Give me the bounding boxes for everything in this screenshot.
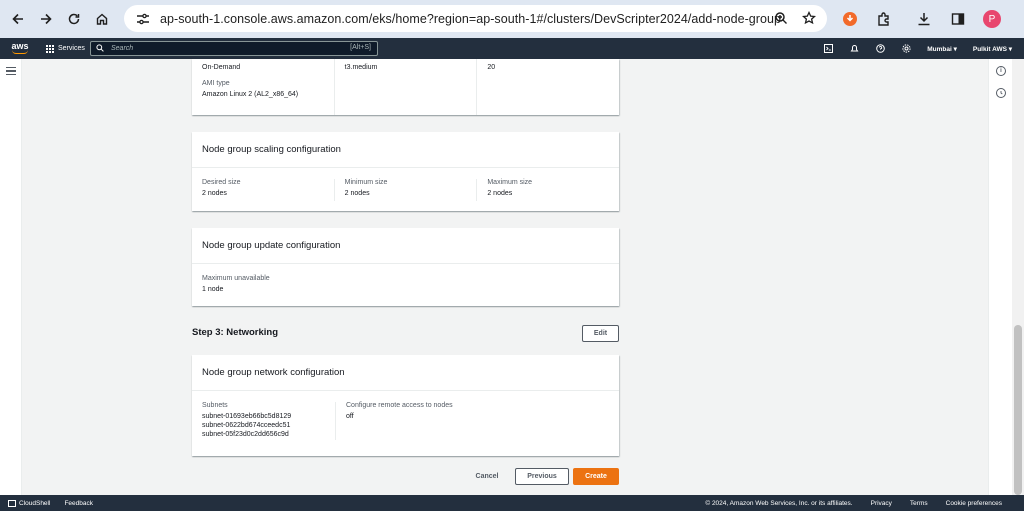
forward-icon[interactable] — [32, 5, 60, 33]
remote-access-value: off — [346, 413, 354, 420]
copyright-text: © 2024, Amazon Web Services, Inc. or its… — [705, 499, 853, 507]
privacy-link[interactable]: Privacy — [871, 500, 892, 507]
capacity-column: On-Demand AMI type Amazon Linux 2 (AL2_x… — [192, 64, 334, 115]
maximum-size-label: Maximum size — [487, 179, 533, 186]
history-clock-icon[interactable] — [996, 88, 1006, 98]
site-settings-icon[interactable] — [132, 13, 154, 25]
cloudshell-footer-icon — [8, 499, 16, 507]
desired-size-column: Desired size 2 nodes — [192, 179, 334, 201]
services-grid-icon — [46, 44, 54, 53]
settings-gear-icon[interactable] — [893, 38, 919, 59]
help-icon[interactable] — [867, 38, 893, 59]
info-icon[interactable]: i — [996, 66, 1006, 76]
remote-access-label: Configure remote access to nodes — [346, 402, 453, 409]
search-shortcut: [Alt+S] — [350, 44, 371, 51]
compute-config-panel: On-Demand AMI type Amazon Linux 2 (AL2_x… — [192, 59, 619, 115]
subnet-item: subnet-05f23d0c2dd656c9d — [202, 431, 289, 438]
subnet-item: subnet-0622bd674cceedc51 — [202, 422, 291, 429]
subnet-item: subnet-01693eb66bc5d8129 — [202, 413, 292, 420]
step-3-title: Step 3: Networking — [192, 327, 279, 338]
minimum-size-value: 2 nodes — [344, 190, 370, 197]
ami-type-value: Amazon Linux 2 (AL2_x86_64) — [202, 91, 299, 98]
back-icon[interactable] — [4, 5, 32, 33]
cloudshell-link[interactable]: CloudShell — [8, 499, 50, 507]
previous-button[interactable]: Previous — [515, 468, 569, 485]
extensions-puzzle-icon[interactable] — [870, 5, 898, 33]
browser-menu-icon[interactable] — [1012, 5, 1024, 33]
feedback-link[interactable]: Feedback — [64, 500, 93, 507]
desired-size-value: 2 nodes — [202, 190, 227, 197]
scaling-panel-title: Node group scaling configuration — [192, 132, 619, 168]
services-menu[interactable]: Services — [46, 44, 85, 53]
page-scrollbar[interactable] — [1012, 59, 1024, 495]
max-unavailable-label: Maximum unavailable — [202, 275, 270, 282]
minimum-size-label: Minimum size — [344, 179, 388, 186]
instance-column: t3.medium — [333, 59, 477, 115]
right-utility-rail: i — [988, 59, 1012, 495]
ami-type-label: AMI type — [202, 80, 230, 87]
profile-avatar[interactable]: P — [978, 5, 1006, 33]
cloudshell-icon[interactable] — [815, 38, 841, 59]
capacity-type-value: On-Demand — [202, 64, 241, 71]
scrollbar-thumb[interactable] — [1014, 325, 1022, 495]
bookmark-star-icon[interactable] — [799, 8, 819, 28]
notifications-bell-icon[interactable] — [841, 38, 867, 59]
side-panel-icon[interactable] — [944, 5, 972, 33]
disk-size-value: 20 — [487, 64, 496, 71]
download-icon[interactable] — [910, 5, 938, 33]
subnets-label: Subnets — [202, 402, 228, 409]
address-bar[interactable]: ap-south-1.console.aws.amazon.com/eks/ho… — [124, 5, 827, 32]
network-panel-title: Node group network configuration — [192, 355, 619, 391]
zoom-icon[interactable] — [771, 8, 791, 28]
maximum-size-value: 2 nodes — [487, 190, 513, 197]
url-text: ap-south-1.console.aws.amazon.com/eks/ho… — [160, 11, 782, 26]
maximum-size-column: Maximum size 2 nodes — [476, 179, 619, 201]
update-config-panel: Node group update configuration Maximum … — [192, 228, 619, 306]
reload-icon[interactable] — [60, 5, 88, 33]
search-icon — [96, 43, 108, 54]
aws-logo[interactable]: aws — [4, 42, 36, 54]
console-footer: CloudShell Feedback © 2024, Amazon Web S… — [0, 495, 1024, 511]
disk-column: 20 — [476, 59, 619, 115]
home-icon[interactable] — [88, 5, 116, 33]
account-menu[interactable]: Pulkit AWS ▾ — [973, 45, 1012, 53]
minimum-size-column: Minimum size 2 nodes — [333, 179, 477, 201]
terms-link[interactable]: Terms — [910, 500, 928, 507]
subnets-column: Subnets subnet-01693eb66bc5d8129 subnet-… — [192, 402, 335, 440]
max-unavailable-column: Maximum unavailable 1 node — [192, 275, 619, 297]
instance-type-value: t3.medium — [344, 64, 378, 71]
aws-top-nav: aws Services Search [Alt+S] Mumbai ▾ Pul… — [0, 38, 1024, 59]
extension-shield-icon[interactable] — [836, 5, 864, 33]
max-unavailable-value: 1 node — [202, 286, 224, 293]
cookie-preferences-link[interactable]: Cookie preferences — [946, 500, 1002, 507]
hamburger-menu-icon[interactable] — [6, 67, 16, 77]
search-placeholder: Search — [111, 45, 134, 52]
edit-networking-button[interactable]: Edit — [582, 325, 619, 342]
network-config-panel: Node group network configuration Subnets… — [192, 355, 619, 456]
create-button[interactable]: Create — [573, 468, 619, 485]
remote-access-column: Configure remote access to nodes off — [335, 402, 619, 440]
cancel-button[interactable]: Cancel — [468, 468, 506, 485]
update-panel-title: Node group update configuration — [192, 228, 619, 264]
desired-size-label: Desired size — [202, 179, 241, 186]
search-input[interactable]: Search [Alt+S] — [90, 41, 378, 56]
left-side-nav — [0, 59, 22, 495]
scaling-config-panel: Node group scaling configuration Desired… — [192, 132, 619, 211]
browser-toolbar: ap-south-1.console.aws.amazon.com/eks/ho… — [0, 0, 1024, 38]
region-selector[interactable]: Mumbai ▾ — [927, 45, 957, 53]
